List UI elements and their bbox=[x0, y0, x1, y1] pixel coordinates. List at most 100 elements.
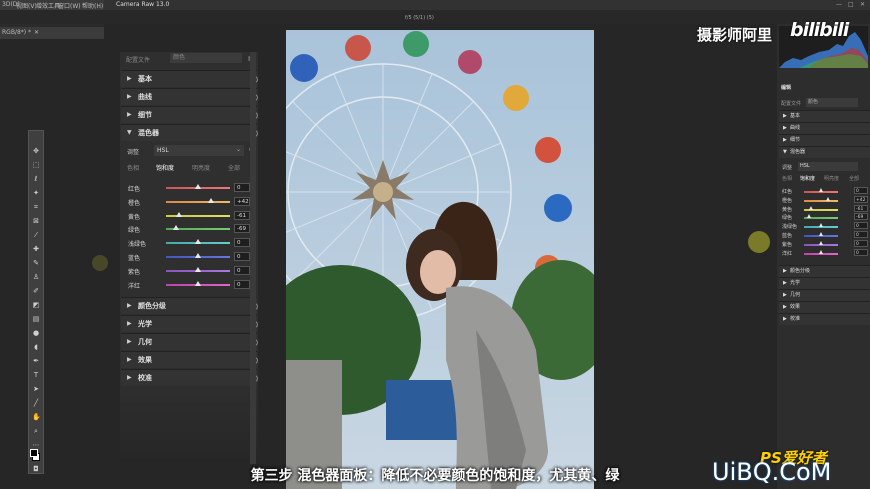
slider-thumb[interactable] bbox=[175, 211, 182, 217]
right-section[interactable]: ▶ 几何 bbox=[779, 289, 870, 301]
tab-close-icon[interactable]: ✕ bbox=[34, 29, 39, 36]
section-curve[interactable]: ▶ 曲线 bbox=[121, 88, 258, 105]
right-slider-thumb[interactable] bbox=[807, 214, 812, 219]
eyedropper-tool-icon[interactable]: ⁄ bbox=[32, 231, 40, 239]
zoom-tool-icon[interactable]: ⌕ bbox=[32, 427, 40, 435]
close-icon[interactable]: ✕ bbox=[860, 1, 865, 8]
color-slider-track[interactable] bbox=[166, 200, 230, 203]
section-geometry[interactable]: ▶ 几何 bbox=[121, 333, 258, 350]
dodge-tool-icon[interactable]: ◖ bbox=[32, 343, 40, 351]
right-tab-hue[interactable]: 色相 bbox=[782, 175, 792, 182]
color-slider-value[interactable]: 0 bbox=[234, 265, 250, 275]
photo-preview[interactable] bbox=[286, 30, 594, 489]
right-slider-thumb[interactable] bbox=[826, 196, 831, 201]
hand-tool-icon[interactable]: ✋ bbox=[32, 413, 41, 421]
right-section[interactable]: ▼ 混色器 bbox=[779, 146, 870, 158]
section-color-mixer[interactable]: ▼ 混色器 bbox=[121, 124, 258, 141]
foreground-color-swatch[interactable] bbox=[30, 449, 38, 457]
blur-tool-icon[interactable]: ● bbox=[32, 329, 40, 337]
section-basic[interactable]: ▶ 基本 bbox=[121, 70, 258, 87]
maximize-icon[interactable]: □ bbox=[848, 1, 854, 8]
right-section[interactable]: ▶ 细节 bbox=[779, 134, 870, 146]
type-tool-icon[interactable]: T bbox=[32, 371, 40, 379]
document-tab[interactable]: RGB/8*) * ✕ bbox=[0, 27, 104, 39]
tab-hue[interactable]: 色相 bbox=[127, 163, 139, 172]
gradient-tool-icon[interactable]: ▤ bbox=[32, 315, 40, 323]
section-color-grading[interactable]: ▶ 颜色分级 bbox=[121, 297, 258, 314]
pen-tool-icon[interactable]: ✒ bbox=[32, 357, 40, 365]
move-tool-icon[interactable]: ✥ bbox=[32, 147, 40, 155]
right-slider-thumb[interactable] bbox=[819, 249, 823, 254]
slider-thumb[interactable] bbox=[195, 253, 201, 258]
marquee-tool-icon[interactable]: ⬚ bbox=[32, 161, 40, 169]
right-section[interactable]: ▶ 颜色分级 bbox=[779, 265, 870, 277]
right-tab-luminance[interactable]: 明亮度 bbox=[824, 175, 839, 182]
right-color-slider-value[interactable]: 0 bbox=[854, 187, 868, 194]
color-slider-value[interactable]: 0 bbox=[234, 252, 250, 261]
brush-tool-icon[interactable]: ✎ bbox=[32, 259, 40, 267]
chevron-right-icon: ▶ bbox=[127, 75, 132, 82]
right-tab-saturation[interactable]: 饱和度 bbox=[800, 175, 815, 182]
frame-tool-icon[interactable]: ⊠ bbox=[32, 217, 40, 225]
healing-tool-icon[interactable]: ✚ bbox=[32, 245, 40, 253]
lasso-tool-icon[interactable]: ℓ bbox=[32, 175, 40, 183]
menu-window[interactable]: 窗口(W) bbox=[58, 1, 81, 10]
right-section[interactable]: ▶ 效果 bbox=[779, 301, 870, 313]
right-color-slider-value[interactable]: -61 bbox=[854, 204, 868, 212]
slider-thumb[interactable] bbox=[208, 197, 215, 203]
right-slider-thumb[interactable] bbox=[819, 223, 823, 228]
right-profile-dropdown[interactable]: 颜色 bbox=[806, 98, 858, 107]
profile-dropdown[interactable]: 颜色 bbox=[170, 53, 242, 63]
menu-plugins[interactable]: 增效工具 bbox=[36, 1, 60, 10]
eraser-tool-icon[interactable]: ◩ bbox=[32, 301, 40, 309]
stamp-tool-icon[interactable]: ♙ bbox=[32, 273, 40, 281]
slider-thumb[interactable] bbox=[195, 280, 201, 286]
color-slider-value[interactable]: 0 bbox=[234, 279, 250, 289]
crop-tool-icon[interactable]: ⌗ bbox=[32, 203, 40, 211]
right-slider-thumb[interactable] bbox=[819, 240, 823, 245]
right-section[interactable]: ▶ 光学 bbox=[779, 277, 870, 289]
right-color-slider-track[interactable] bbox=[804, 199, 838, 202]
minimize-icon[interactable]: — bbox=[836, 1, 842, 8]
color-slider-value[interactable]: 0 bbox=[234, 183, 250, 192]
adjust-dropdown[interactable]: HSL bbox=[154, 145, 244, 156]
section-effects[interactable]: ▶ 效果 bbox=[121, 351, 258, 368]
section-detail[interactable]: ▶ 细节 bbox=[121, 106, 258, 123]
menu-view[interactable]: 视图(V) bbox=[16, 1, 37, 10]
slider-thumb[interactable] bbox=[195, 266, 201, 272]
right-color-slider-value[interactable]: -69 bbox=[854, 213, 868, 221]
right-color-slider-value[interactable]: 0 bbox=[854, 239, 868, 247]
color-slider-value[interactable]: +42 bbox=[234, 196, 250, 206]
right-slider-thumb[interactable] bbox=[808, 205, 813, 210]
tab-luminance[interactable]: 明亮度 bbox=[192, 163, 210, 172]
history-brush-icon[interactable]: ✐ bbox=[32, 287, 40, 295]
right-color-slider-value[interactable]: +42 bbox=[854, 195, 868, 203]
chevron-right-icon: ▶ bbox=[783, 280, 787, 286]
right-color-slider-value[interactable]: 0 bbox=[854, 222, 868, 230]
shape-tool-icon[interactable]: ╱ bbox=[32, 399, 40, 407]
menu-help[interactable]: 帮助(H) bbox=[82, 1, 103, 10]
tab-saturation[interactable]: 饱和度 bbox=[156, 163, 174, 172]
color-slider-value[interactable]: 0 bbox=[234, 238, 250, 248]
color-slider-value[interactable]: -69 bbox=[234, 224, 250, 234]
panel-scrollbar[interactable] bbox=[250, 52, 256, 464]
right-color-slider-value[interactable]: 0 bbox=[854, 231, 868, 238]
tab-all[interactable]: 全部 bbox=[228, 163, 240, 172]
section-optics[interactable]: ▶ 光学 bbox=[121, 315, 258, 332]
right-section[interactable]: ▶ 基本 bbox=[779, 110, 870, 122]
right-section[interactable]: ▶ 曲线 bbox=[779, 122, 870, 134]
path-select-tool-icon[interactable]: ➤ bbox=[32, 385, 40, 393]
right-adjust-dropdown[interactable]: HSL bbox=[798, 162, 858, 171]
magic-wand-tool-icon[interactable]: ✦ bbox=[32, 189, 40, 197]
author-watermark: 摄影师阿里 bbox=[697, 26, 773, 44]
right-slider-thumb[interactable] bbox=[819, 232, 823, 236]
right-slider-thumb[interactable] bbox=[819, 188, 823, 192]
right-color-slider-value[interactable]: 0 bbox=[854, 248, 868, 256]
more-tools-icon[interactable]: ⋯ bbox=[32, 441, 40, 449]
right-section[interactable]: ▶ 校准 bbox=[779, 313, 870, 325]
slider-thumb[interactable] bbox=[195, 239, 201, 245]
color-slider-value[interactable]: -61 bbox=[234, 210, 250, 220]
slider-thumb[interactable] bbox=[195, 184, 201, 189]
slider-thumb[interactable] bbox=[173, 225, 180, 231]
right-tab-all[interactable]: 全部 bbox=[849, 175, 859, 182]
